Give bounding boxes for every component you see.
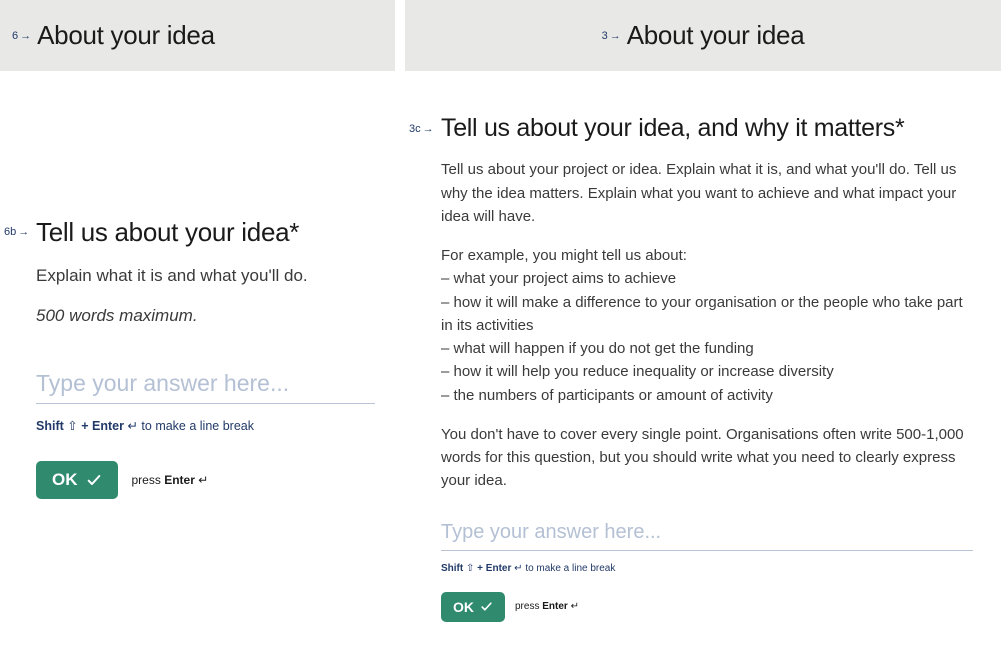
- section-number-text: 3: [602, 30, 608, 42]
- hint-shift: Shift: [36, 419, 64, 433]
- example-bullet: – what will happen if you do not get the…: [441, 340, 754, 357]
- description-paragraph: Tell us about your project or idea. Expl…: [441, 158, 973, 228]
- hint-enter: Enter: [486, 563, 512, 574]
- enter-icon: ↵: [195, 473, 208, 487]
- question-description: Explain what it is and what you'll do.: [36, 263, 375, 289]
- form-panel-left: 6 → About your idea 6b → Tell us about y…: [0, 0, 395, 670]
- section-header: 3 → About your idea: [405, 0, 1001, 71]
- press-text: press: [515, 601, 542, 612]
- section-title: About your idea: [37, 20, 215, 51]
- hint-enter: Enter: [92, 419, 124, 433]
- enter-text: Enter: [542, 601, 568, 612]
- line-break-hint: Shift ⇧ + Enter ↵ to make a line break: [36, 418, 375, 433]
- answer-input[interactable]: [36, 366, 375, 404]
- hint-plus: +: [477, 563, 486, 574]
- question-description: Tell us about your project or idea. Expl…: [441, 158, 973, 492]
- arrow-right-icon: →: [20, 30, 31, 42]
- question-number: 3c →: [409, 123, 434, 135]
- question-content: 6b → Tell us about your idea* Explain wh…: [0, 71, 395, 670]
- arrow-right-icon: →: [18, 226, 29, 238]
- arrow-right-icon: →: [610, 30, 621, 42]
- question-header: 3c → Tell us about your idea, and why it…: [441, 113, 973, 144]
- example-bullet: – how it will make a difference to your …: [441, 294, 963, 334]
- hint-shift: Shift: [441, 563, 463, 574]
- hint-tail: to make a line break: [525, 563, 615, 574]
- example-intro: For example, you might tell us about:: [441, 247, 687, 264]
- question-title: Tell us about your idea*: [36, 216, 375, 249]
- description-paragraph: You don't have to cover every single poi…: [441, 423, 973, 493]
- arrow-right-icon: →: [423, 123, 434, 135]
- example-bullet: – the numbers of participants or amount …: [441, 387, 773, 404]
- description-example-list: For example, you might tell us about: – …: [441, 244, 973, 407]
- shift-icon: ⇧: [466, 563, 474, 574]
- action-row: OK press Enter ↵: [441, 592, 973, 622]
- question-number-text: 3c: [409, 123, 421, 135]
- check-icon: [86, 472, 102, 488]
- form-panel-right: 3 → About your idea 3c → Tell us about y…: [405, 0, 1001, 670]
- hint-plus: +: [81, 419, 92, 433]
- section-number: 6 →: [12, 30, 31, 42]
- section-header: 6 → About your idea: [0, 0, 395, 71]
- action-row: OK press Enter ↵: [36, 461, 375, 499]
- section-number-text: 6: [12, 30, 18, 42]
- section-title: About your idea: [627, 20, 805, 51]
- example-bullet: – how it will help you reduce inequality…: [441, 363, 834, 380]
- enter-icon: ↵: [127, 419, 137, 433]
- word-limit-note: 500 words maximum.: [36, 306, 375, 326]
- example-bullet: – what your project aims to achieve: [441, 270, 676, 287]
- enter-icon: ↵: [514, 563, 522, 574]
- ok-button-label: OK: [52, 470, 78, 490]
- enter-text: Enter: [164, 473, 195, 487]
- check-icon: [480, 600, 493, 613]
- press-text: press: [132, 473, 165, 487]
- press-enter-hint: press Enter ↵: [515, 601, 579, 612]
- enter-icon: ↵: [568, 601, 579, 612]
- hint-tail: to make a line break: [141, 419, 254, 433]
- question-number-text: 6b: [4, 226, 16, 238]
- question-content: 3c → Tell us about your idea, and why it…: [405, 71, 1001, 670]
- section-number: 3 →: [602, 30, 621, 42]
- ok-button-label: OK: [453, 599, 474, 615]
- ok-button[interactable]: OK: [36, 461, 118, 499]
- press-enter-hint: press Enter ↵: [132, 473, 209, 487]
- question-header: 6b → Tell us about your idea*: [36, 216, 375, 249]
- answer-input[interactable]: [441, 517, 973, 551]
- question-title: Tell us about your idea, and why it matt…: [441, 113, 973, 144]
- question-number: 6b →: [4, 226, 29, 238]
- ok-button[interactable]: OK: [441, 592, 505, 622]
- shift-icon: ⇧: [67, 419, 77, 433]
- line-break-hint: Shift ⇧ + Enter ↵ to make a line break: [441, 563, 973, 574]
